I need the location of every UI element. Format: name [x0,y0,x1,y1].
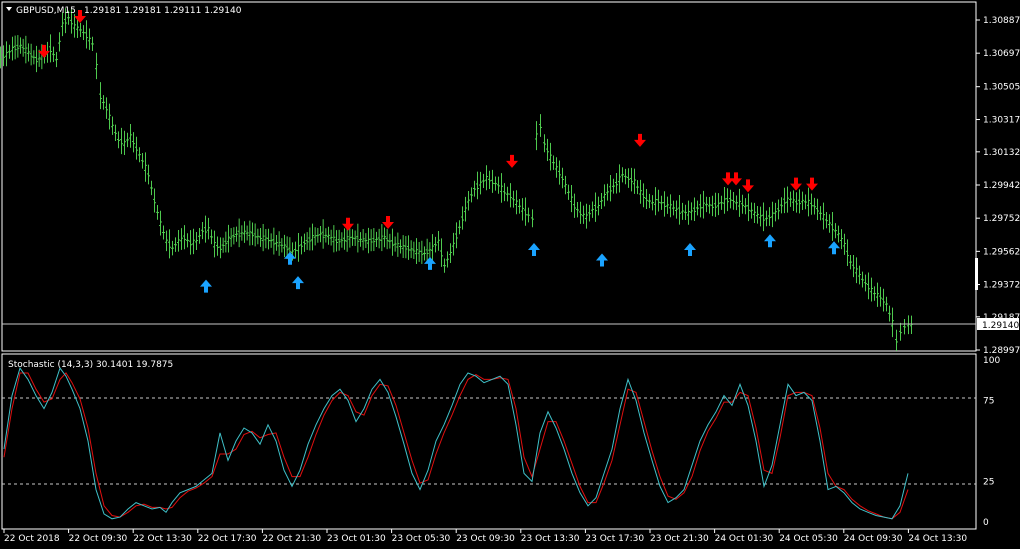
price-tick-label: 1.30697 [983,49,1020,59]
price-tick-label: 1.30317 [983,116,1020,126]
time-tick-label: 24 Oct 05:30 [779,534,838,544]
price-tick-label: 1.30887 [983,16,1020,26]
price-tick-label: 1.28997 [983,346,1020,356]
ohlc-label: 1.29181 1.29181 1.29111 1.29140 [84,6,242,16]
price-tick-label: 1.30132 [983,148,1020,158]
time-tick-label: 23 Oct 17:30 [585,534,644,544]
stoch-tick-label: 25 [983,478,994,488]
price-tick-label: 1.29942 [983,181,1020,191]
time-tick-label: 23 Oct 21:30 [650,534,709,544]
price-tick-label: 1.30505 [983,83,1020,93]
time-tick-label: 23 Oct 13:30 [521,534,580,544]
stochastic-title: Stochastic (14,3,3) 30.1401 19.7875 [8,360,173,370]
chart-header[interactable]: GBPUSD,M15 1.29181 1.29181 1.29111 1.291… [6,6,242,16]
time-tick-label: 22 Oct 09:30 [69,534,128,544]
time-tick-label: 23 Oct 05:30 [392,534,451,544]
time-tick-label: 22 Oct 17:30 [198,534,257,544]
symbol-label: GBPUSD,M15 [16,6,76,16]
time-tick-label: 22 Oct 21:30 [262,534,321,544]
price-tick-label: 1.29562 [983,247,1020,257]
scroll-marker[interactable] [975,258,978,290]
current-price-label: 1.29140 [982,321,1019,331]
time-tick-label: 23 Oct 01:30 [327,534,386,544]
price-tick-label: 1.29752 [983,214,1020,224]
stoch-tick-label: 100 [983,356,1000,366]
chart-canvas[interactable]: GBPUSD,M15 1.29181 1.29181 1.29111 1.291… [0,0,1020,549]
time-tick-label: 22 Oct 13:30 [133,534,192,544]
time-tick-label: 23 Oct 09:30 [456,534,515,544]
time-tick-label: 24 Oct 01:30 [715,534,774,544]
chart-background [0,0,1020,549]
price-tick-label: 1.29372 [983,281,1020,291]
time-tick-label: 24 Oct 13:30 [908,534,967,544]
time-tick-label: 22 Oct 2018 [4,534,60,544]
time-tick-label: 24 Oct 09:30 [844,534,903,544]
stoch-tick-label: 75 [983,397,994,407]
stoch-tick-label: 0 [983,518,989,528]
